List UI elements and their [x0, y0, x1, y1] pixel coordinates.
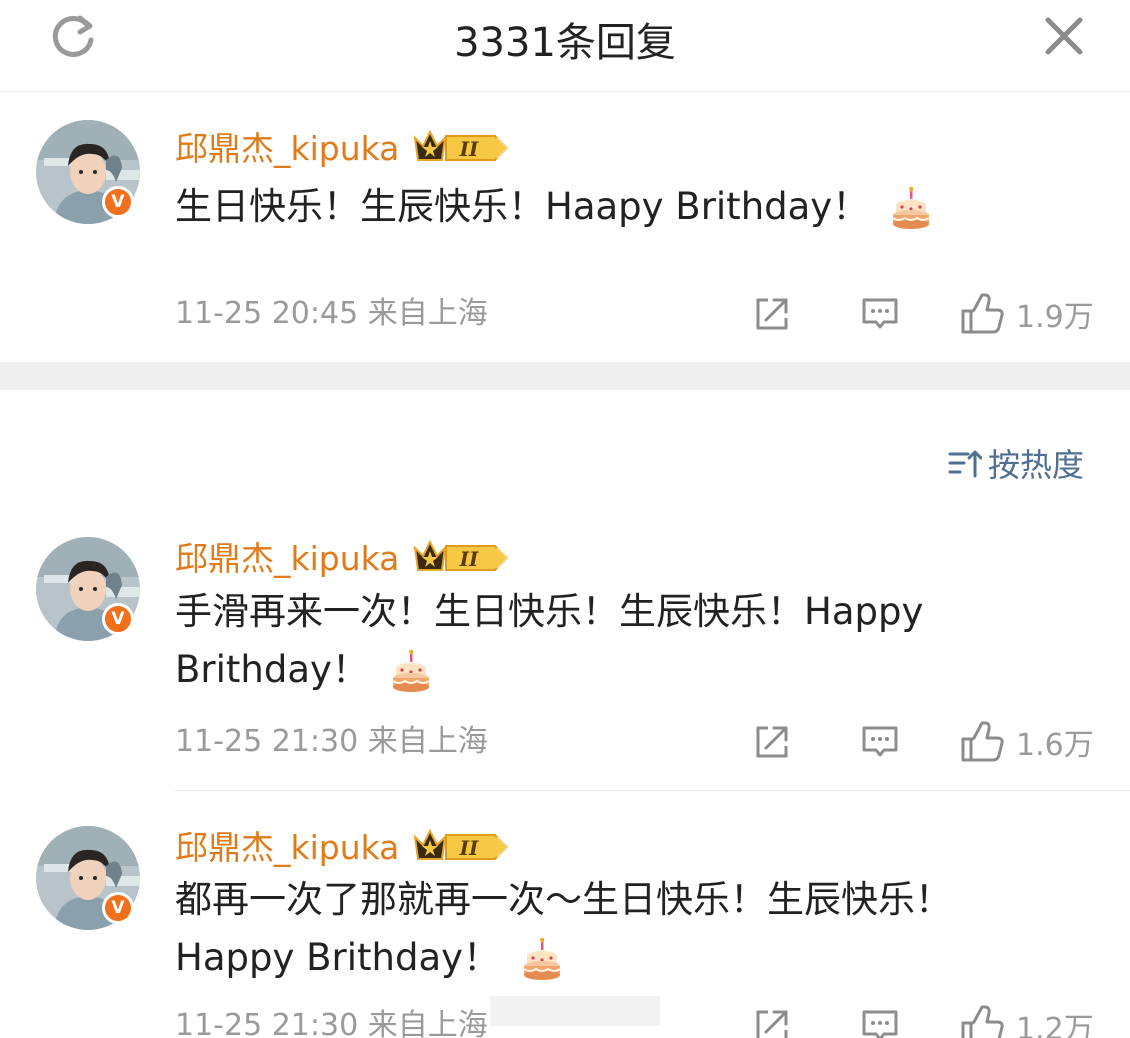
- vip-crown-badge[interactable]: [413, 827, 511, 863]
- reply-icon[interactable]: [860, 1006, 900, 1038]
- comment-text-line: 都再一次了那就再一次～生日快乐！生辰快乐！: [175, 878, 952, 921]
- comment-text-line: Happy Brithday！: [175, 929, 952, 987]
- comment-meta: 11-25 21:30 来自上海 1.6万: [175, 720, 1095, 764]
- like-count: 1.2万: [1016, 1012, 1094, 1038]
- comment-text: 手滑再来一次！生日快乐！生辰快乐！Happy Brithday！: [175, 583, 923, 699]
- reply-count-title: 3331条回复: [454, 20, 676, 66]
- cake-emoji: [891, 187, 931, 231]
- sort-by-hot-button[interactable]: 按热度: [948, 440, 1084, 486]
- like-button[interactable]: 1.6万: [960, 720, 1094, 764]
- section-separator: [0, 362, 1130, 390]
- like-count: 1.9万: [1016, 300, 1094, 335]
- vip-crown-badge[interactable]: [413, 128, 511, 164]
- thumbs-up-icon: [960, 1004, 1004, 1038]
- username[interactable]: 邱鼎杰_kipuka: [175, 532, 399, 580]
- vip-crown-badge[interactable]: [413, 538, 511, 574]
- dialog-header: 3331条回复: [0, 0, 1130, 92]
- close-icon[interactable]: [1040, 12, 1088, 60]
- cake-emoji: [391, 650, 431, 694]
- comment-text-line: Brithday！: [175, 641, 923, 699]
- like-count: 1.6万: [1016, 728, 1094, 763]
- timestamp-location: 11-25 21:30 来自上海: [175, 724, 488, 759]
- sort-icon: [948, 450, 982, 478]
- cake-emoji: [522, 938, 562, 982]
- sort-label: 按热度: [988, 446, 1085, 484]
- comment-text: 都再一次了那就再一次～生日快乐！生辰快乐！ Happy Brithday！: [175, 871, 952, 987]
- like-button[interactable]: 1.9万: [960, 292, 1094, 336]
- share-icon[interactable]: [752, 1006, 792, 1038]
- thumbs-up-icon: [960, 720, 1004, 764]
- reply-icon[interactable]: [860, 722, 900, 762]
- reply-divider: [175, 790, 1130, 791]
- verified-badge: V: [102, 892, 134, 924]
- verified-badge: V: [102, 186, 134, 218]
- avatar[interactable]: V: [36, 826, 140, 930]
- comment-text: 生日快乐！生辰快乐！Haapy Brithday！: [175, 178, 931, 236]
- comment-text-content: 生日快乐！生辰快乐！Haapy Brithday！: [175, 185, 870, 228]
- verified-badge: V: [102, 603, 134, 635]
- share-icon[interactable]: [752, 722, 792, 762]
- timestamp-location: 11-25 21:30 来自上海: [175, 1008, 488, 1038]
- share-icon[interactable]: [752, 294, 792, 334]
- reply-icon[interactable]: [860, 294, 900, 334]
- timestamp-location: 11-25 20:45 来自上海: [175, 296, 488, 331]
- thumbs-up-icon: [960, 292, 1004, 336]
- watermark-blur: [490, 996, 660, 1026]
- like-button[interactable]: 1.2万: [960, 1004, 1094, 1038]
- avatar[interactable]: V: [36, 120, 140, 224]
- username[interactable]: 邱鼎杰_kipuka: [175, 122, 399, 170]
- avatar[interactable]: V: [36, 537, 140, 641]
- comment-text-line: 手滑再来一次！生日快乐！生辰快乐！Happy: [175, 590, 924, 633]
- username[interactable]: 邱鼎杰_kipuka: [175, 821, 399, 869]
- comment-meta: 11-25 20:45 来自上海 1.9万: [175, 292, 1095, 336]
